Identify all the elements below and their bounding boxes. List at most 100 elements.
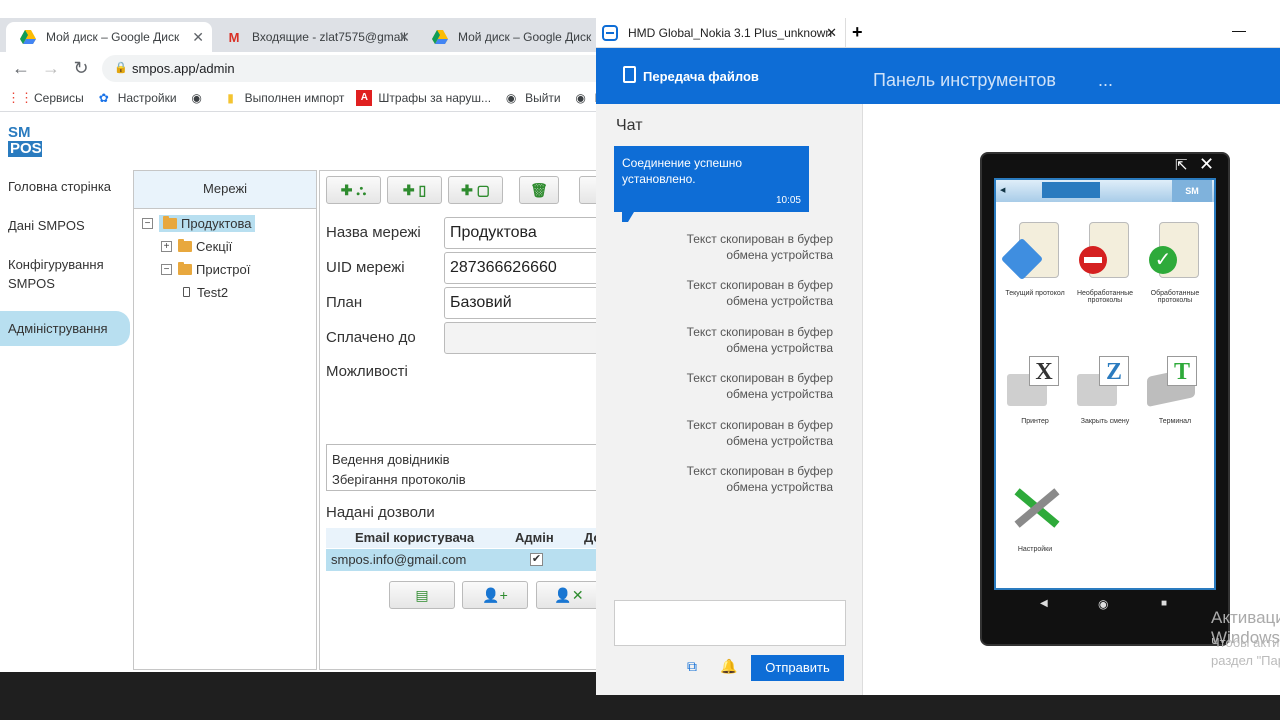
scroll-icon: ✓ [1147,222,1203,284]
google-drive-icon [432,29,448,45]
chat-message: Текст скопирован в буфер обмена устройст… [686,278,833,308]
collapse-icon[interactable]: − [161,263,172,275]
nav-smpos-config[interactable]: Конфігурування SMPOS [0,251,130,297]
app-unprocessed-protocols[interactable]: Необработанные протоколы [1070,210,1140,320]
sidebar-nav: Головна сторінка Дані SMPOS Конфігуруван… [0,173,130,358]
menu-tab[interactable] [1042,182,1100,198]
close-icon[interactable]: ✕ [1199,154,1214,175]
paid-until-label: Сплачено до [326,329,416,346]
network-name-field[interactable]: Продуктова [444,217,614,249]
collapse-icon[interactable]: − [142,217,153,229]
chat-input[interactable] [614,600,846,646]
add-user-icon: 👤+ [482,586,508,603]
user-card-button[interactable]: ▤ [389,581,455,609]
remote-screen-area: ⇱ ✕ ◀ SM Текущий протокол Необработанные… [862,104,1280,695]
new-tab-icon[interactable]: + [852,22,863,43]
capability-item: Зберігання протоколів [332,472,466,487]
toolbar-title[interactable]: Панель инструментов [873,70,1056,91]
trash-icon: 🗑 [530,181,548,198]
networks-panel-title: Мережі [134,171,316,209]
teamviewer-header: Передача файлов Панель инструментов ... [596,48,1280,104]
session-tab[interactable]: HMD Global_Nokia 3.1 Plus_unknown ✕ [596,18,846,48]
expand-icon[interactable]: + [161,240,172,252]
file-transfer-button[interactable]: Передача файлов [643,69,759,84]
smpos-logo[interactable]: SM POS [8,125,44,159]
gmail-icon: M [228,29,240,45]
permissions-label: Надані дозволи [326,504,435,521]
tab-gmail[interactable]: M Входящие - zlat7575@gmail ✕ [212,22,418,52]
bookmark-settings[interactable]: ✿ Настройки [96,90,177,106]
tab-google-drive-1[interactable]: Мой диск – Google Диск ✕ [6,22,212,52]
app-current-protocol[interactable]: Текущий протокол [1000,210,1070,320]
table-row[interactable]: smpos.info@gmail.com ✔ [326,549,616,571]
network-uid-field[interactable]: 287366626660 [444,252,614,284]
tab-label: Мой диск – Google Диск [458,30,592,44]
column-admin: Адмін [515,530,554,545]
bookmark-exit[interactable]: ◉ Выйти [503,90,561,106]
app-printer[interactable]: X Принтер [1000,338,1070,448]
back-arrow-icon[interactable]: ← [6,58,36,79]
lock-icon: 🔒 [114,62,128,74]
tree-node-device[interactable]: Test2 [183,282,228,302]
bookmark-fines[interactable]: A Штрафы за наруш... [356,89,491,106]
app-processed-protocols[interactable]: ✓ Обработанные протоколы [1140,210,1210,320]
plan-field[interactable]: Базовий [444,287,614,319]
acrobat-icon: A [356,89,373,106]
more-menu-button[interactable]: ... [1098,70,1113,91]
delete-button[interactable]: 🗑 [519,176,559,204]
smpos-logo: SM [1172,180,1212,202]
device-icon [183,287,190,297]
globe-icon: ◉ [575,90,586,105]
network-details-panel: ✚ ⛬ ✚ ▯ ✚ ▢ 🗑 Назва мережі Продуктова UI… [319,170,619,670]
tab-label: Мой диск – Google Диск [46,30,180,44]
android-back-icon[interactable]: ◀ [1040,598,1048,609]
connected-message: Соединение успешно установлено. 10:05 [614,146,809,222]
open-folder-icon [163,215,177,229]
app-close-shift[interactable]: Z Закрыть смену [1070,338,1140,448]
teamviewer-tabs: HMD Global_Nokia 3.1 Plus_unknown ✕ + — [596,18,1280,48]
tree-node-devices[interactable]: − Пристрої [161,259,250,279]
bookmark-services[interactable]: ⋮⋮ Сервисы [7,90,84,106]
paid-until-field[interactable] [444,322,614,354]
terminal-icon: T [1147,350,1203,412]
gear-icon: ✿ [98,90,109,105]
open-external-icon[interactable]: ⇱ [1175,156,1188,174]
chat-message: Текст скопирован в буфер обмена устройст… [686,232,833,262]
phone-screen[interactable]: ◀ SM Текущий протокол Необработанные про… [994,178,1216,590]
admin-checkbox[interactable]: ✔ [530,553,543,566]
nav-smpos-data[interactable]: Дані SMPOS [0,212,130,239]
bookmark-globe[interactable]: ◉ [189,90,211,106]
tab-google-drive-2[interactable]: Мой диск – Google Диск [418,22,598,52]
app-top-bar: ◀ SM [996,180,1214,202]
android-recents-icon[interactable]: ■ [1161,598,1167,609]
tree-node-root[interactable]: − Продуктова [142,213,256,233]
add-document-button[interactable]: ✚ ▯ [387,176,442,204]
notification-icon[interactable]: 🔔 [720,658,737,675]
close-tab-icon[interactable]: ✕ [398,29,410,46]
add-user-button[interactable]: 👤+ [462,581,528,609]
teamviewer-body: Чат Соединение успешно установлено. 10:0… [596,104,1280,695]
networks-panel: Мережі − Продуктова + Секції − Пристрої … [133,170,317,670]
nav-administration[interactable]: Адміністрування [0,311,130,346]
minimize-icon[interactable]: — [1232,22,1246,38]
app-terminal[interactable]: T Терминал [1140,338,1210,448]
add-network-button[interactable]: ✚ ⛬ [326,176,381,204]
remove-user-button[interactable]: 👤✕ [536,581,602,609]
teamviewer-icon [602,25,618,41]
bookmark-import[interactable]: ▮ Выполнен импорт [223,90,344,106]
globe-icon: ◉ [505,90,517,105]
clipboard-icon[interactable]: ⧉ [687,658,697,675]
close-tab-icon[interactable]: ✕ [826,25,837,41]
reload-icon[interactable]: ↻ [66,58,96,79]
close-tab-icon[interactable]: ✕ [192,29,204,46]
send-button[interactable]: Отправить [751,655,844,681]
tree-node-sections[interactable]: + Секції [161,236,232,256]
chat-message: Текст скопирован в буфер обмена устройст… [686,464,833,494]
back-icon[interactable]: ◀ [1000,186,1005,194]
forward-arrow-icon[interactable]: → [36,58,66,79]
app-settings[interactable]: Настройки [1000,466,1070,576]
nav-home[interactable]: Головна сторінка [0,173,130,200]
add-document-icon: ✚ ▯ [402,181,427,198]
add-device-button[interactable]: ✚ ▢ [448,176,503,204]
android-home-icon[interactable]: ◉ [1098,597,1108,611]
